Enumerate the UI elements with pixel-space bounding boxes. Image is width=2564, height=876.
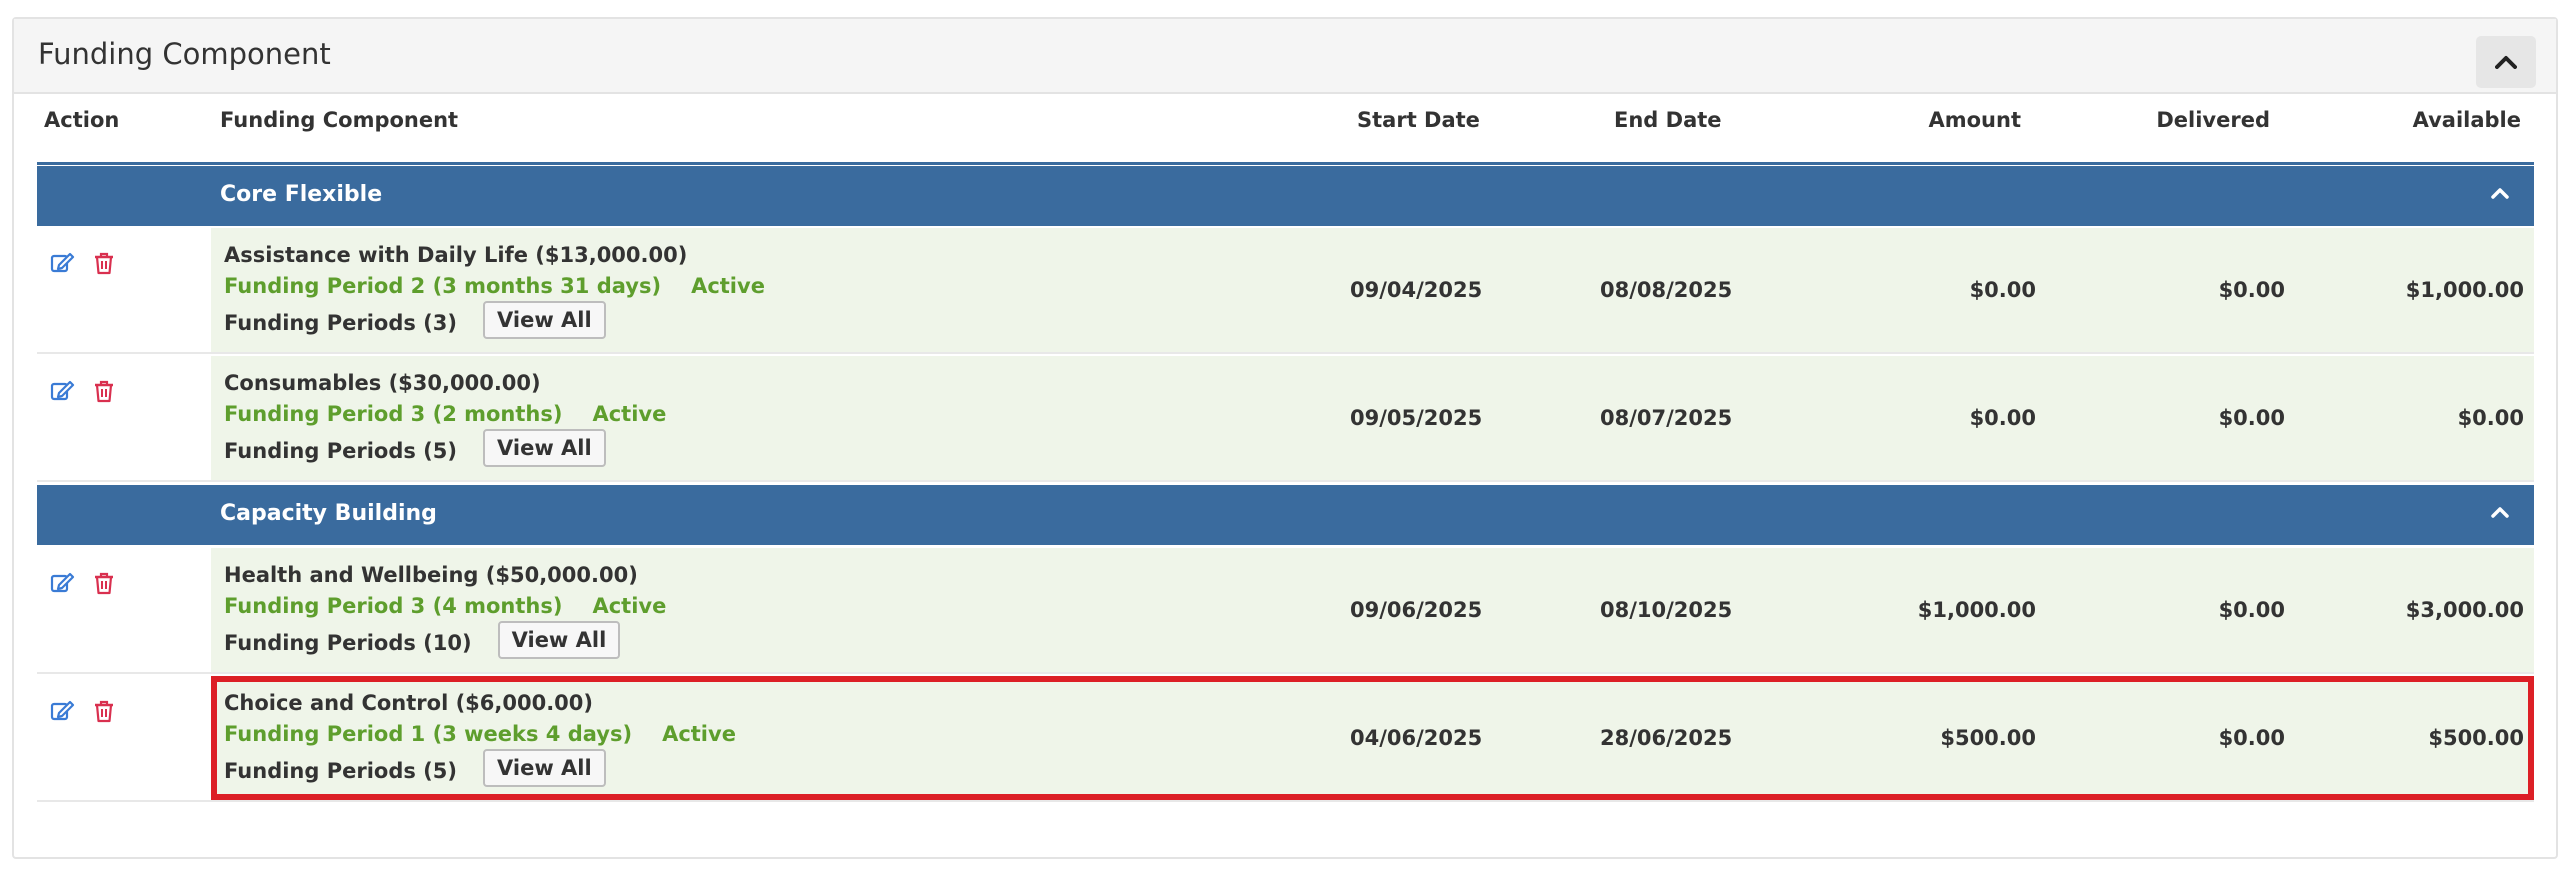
available-cell: $1,000.00 bbox=[2405, 278, 2524, 302]
column-header-end-date[interactable]: End Date bbox=[1614, 108, 1722, 132]
funding-period-label: Funding Period 2 (3 months 31 days) bbox=[224, 274, 662, 298]
header-divider bbox=[37, 162, 2534, 165]
view-all-button[interactable]: View All bbox=[483, 749, 606, 787]
funding-periods-line: Funding Periods (10) View All bbox=[224, 621, 621, 659]
funding-periods-count: Funding Periods (5) bbox=[224, 439, 457, 463]
group-row-core-flexible: Core Flexible bbox=[37, 166, 2534, 226]
column-header-start-date[interactable]: Start Date bbox=[1357, 108, 1480, 132]
funding-period-label: Funding Period 3 (2 months) bbox=[224, 402, 563, 426]
funding-periods-line: Funding Periods (5) View All bbox=[224, 429, 606, 467]
status-badge: Active bbox=[592, 594, 667, 618]
edit-icon[interactable] bbox=[49, 378, 75, 404]
row-actions bbox=[49, 698, 117, 724]
edit-icon[interactable] bbox=[49, 570, 75, 596]
funding-component-name: Health and Wellbeing ($50,000.00) bbox=[224, 563, 638, 587]
group-label: Core Flexible bbox=[220, 182, 383, 207]
row-actions bbox=[49, 570, 117, 596]
panel-title: Funding Component bbox=[38, 37, 331, 71]
trash-icon[interactable] bbox=[91, 698, 117, 724]
funding-periods-count: Funding Periods (5) bbox=[224, 759, 457, 783]
funding-periods-count: Funding Periods (10) bbox=[224, 631, 472, 655]
end-date-cell: 08/07/2025 bbox=[1600, 406, 1733, 430]
funding-component-name: Consumables ($30,000.00) bbox=[224, 371, 541, 395]
group-label: Capacity Building bbox=[220, 501, 437, 526]
view-all-button[interactable]: View All bbox=[483, 301, 606, 339]
chevron-up-icon bbox=[2495, 56, 2517, 69]
end-date-cell: 08/08/2025 bbox=[1600, 278, 1733, 302]
table-row-highlighted: Choice and Control ($6,000.00) Funding P… bbox=[37, 676, 2534, 802]
funding-period-info: Funding Period 2 (3 months 31 days) Activ… bbox=[224, 274, 765, 298]
funding-period-info: Funding Period 3 (2 months) Active bbox=[224, 402, 666, 426]
amount-cell: $1,000.00 bbox=[1917, 598, 2036, 622]
group-row-capacity-building: Capacity Building bbox=[37, 485, 2534, 545]
view-all-button[interactable]: View All bbox=[497, 621, 621, 659]
column-header-available[interactable]: Available bbox=[2413, 108, 2521, 132]
delivered-cell: $0.00 bbox=[2218, 406, 2285, 430]
funding-period-info: Funding Period 1 (3 weeks 4 days) Active bbox=[224, 722, 736, 746]
edit-icon[interactable] bbox=[49, 698, 75, 724]
trash-icon[interactable] bbox=[91, 378, 117, 404]
funding-component-name: Choice and Control ($6,000.00) bbox=[224, 691, 594, 715]
available-cell: $0.00 bbox=[2457, 406, 2524, 430]
funding-periods-count: Funding Periods (3) bbox=[224, 311, 457, 335]
amount-cell: $500.00 bbox=[1940, 726, 2036, 750]
chevron-up-icon[interactable] bbox=[2490, 505, 2510, 519]
column-header-delivered[interactable]: Delivered bbox=[2156, 108, 2270, 132]
table-row: Assistance with Daily Life ($13,000.00) … bbox=[37, 228, 2534, 354]
column-header-amount[interactable]: Amount bbox=[1928, 108, 2021, 132]
funding-period-label: Funding Period 3 (4 months) bbox=[224, 594, 563, 618]
funding-periods-line: Funding Periods (3) View All bbox=[224, 301, 606, 339]
row-actions bbox=[49, 378, 117, 404]
end-date-cell: 08/10/2025 bbox=[1600, 598, 1733, 622]
start-date-cell: 09/04/2025 bbox=[1350, 278, 1483, 302]
panel-header: Funding Component bbox=[14, 19, 2556, 94]
delivered-cell: $0.00 bbox=[2218, 726, 2285, 750]
edit-icon[interactable] bbox=[49, 250, 75, 276]
trash-icon[interactable] bbox=[91, 250, 117, 276]
start-date-cell: 09/05/2025 bbox=[1350, 406, 1483, 430]
column-header-funding-component[interactable]: Funding Component bbox=[220, 108, 458, 132]
delivered-cell: $0.00 bbox=[2218, 278, 2285, 302]
start-date-cell: 04/06/2025 bbox=[1350, 726, 1483, 750]
delivered-cell: $0.00 bbox=[2218, 598, 2285, 622]
available-cell: $3,000.00 bbox=[2405, 598, 2524, 622]
status-badge: Active bbox=[592, 402, 667, 426]
end-date-cell: 28/06/2025 bbox=[1600, 726, 1733, 750]
row-actions bbox=[49, 250, 117, 276]
status-badge: Active bbox=[662, 722, 736, 746]
amount-cell: $0.00 bbox=[1969, 406, 2036, 430]
status-badge: Active bbox=[691, 274, 765, 298]
funding-component-name: Assistance with Daily Life ($13,000.00) bbox=[224, 243, 688, 267]
trash-icon[interactable] bbox=[91, 570, 117, 596]
funding-periods-line: Funding Periods (5) View All bbox=[224, 749, 606, 787]
chevron-up-icon[interactable] bbox=[2490, 186, 2510, 200]
amount-cell: $0.00 bbox=[1969, 278, 2036, 302]
table-row: Consumables ($30,000.00) Funding Period … bbox=[37, 356, 2534, 482]
table-row: Health and Wellbeing ($50,000.00) Fundin… bbox=[37, 548, 2534, 674]
funding-period-label: Funding Period 1 (3 weeks 4 days) bbox=[224, 722, 633, 746]
funding-period-info: Funding Period 3 (4 months) Active bbox=[224, 594, 666, 618]
view-all-button[interactable]: View All bbox=[483, 429, 606, 467]
column-header-action: Action bbox=[44, 108, 120, 132]
start-date-cell: 09/06/2025 bbox=[1350, 598, 1483, 622]
available-cell: $500.00 bbox=[2428, 726, 2524, 750]
panel-collapse-button[interactable] bbox=[2476, 36, 2536, 88]
